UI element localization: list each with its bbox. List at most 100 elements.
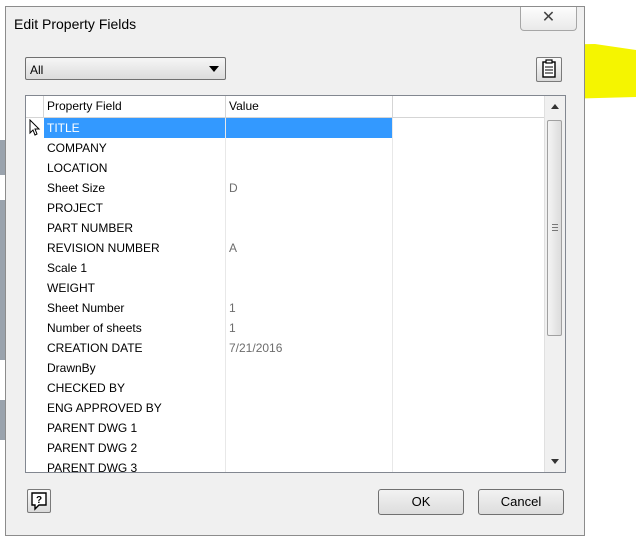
row-selector[interactable] xyxy=(26,378,44,398)
property-field-cell: REVISION NUMBER xyxy=(44,238,226,258)
empty-cell xyxy=(393,418,544,438)
table-row[interactable]: LOCATION xyxy=(26,158,544,178)
property-field-cell: PARENT DWG 1 xyxy=(44,418,226,438)
grip-line xyxy=(552,224,558,225)
property-grid[interactable]: Property Field Value TITLE COMPANY LOCATIO… xyxy=(25,95,566,473)
table-row[interactable]: Sheet Number 1 xyxy=(26,298,544,318)
cancel-button[interactable]: Cancel xyxy=(478,489,564,515)
scrollbar-thumb[interactable] xyxy=(547,120,562,336)
column-header-empty xyxy=(393,96,544,117)
grip-line xyxy=(552,227,558,228)
empty-cell xyxy=(393,358,544,378)
value-cell[interactable] xyxy=(226,398,393,418)
row-selector[interactable] xyxy=(26,218,44,238)
table-row[interactable]: CHECKED BY xyxy=(26,378,544,398)
property-field-cell: ENG APPROVED BY xyxy=(44,398,226,418)
empty-cell xyxy=(393,398,544,418)
value-cell[interactable]: A xyxy=(226,238,393,258)
row-selector[interactable] xyxy=(26,298,44,318)
property-field-cell: PART NUMBER xyxy=(44,218,226,238)
filter-dropdown[interactable]: All xyxy=(25,57,226,80)
table-row[interactable]: Sheet Size D xyxy=(26,178,544,198)
empty-cell xyxy=(393,258,544,278)
help-icon: ? xyxy=(31,492,47,511)
property-field-cell: CHECKED BY xyxy=(44,378,226,398)
table-row[interactable]: DrawnBy xyxy=(26,358,544,378)
row-selector[interactable] xyxy=(26,238,44,258)
row-selector[interactable] xyxy=(26,258,44,278)
dialog-title: Edit Property Fields xyxy=(14,16,137,32)
value-cell[interactable] xyxy=(226,418,393,438)
value-cell[interactable] xyxy=(226,378,393,398)
row-selector[interactable] xyxy=(26,138,44,158)
column-header-property-field[interactable]: Property Field xyxy=(44,96,226,117)
table-row[interactable]: PARENT DWG 1 xyxy=(26,418,544,438)
ok-button[interactable]: OK xyxy=(378,489,464,515)
mouse-cursor-icon xyxy=(29,119,41,136)
grid-header: Property Field Value xyxy=(26,96,544,118)
edit-property-fields-dialog: Edit Property Fields ✕ All Property Fiel… xyxy=(5,6,585,536)
value-cell[interactable] xyxy=(226,138,393,158)
filter-selected-value: All xyxy=(30,63,44,77)
property-field-cell: TITLE xyxy=(44,118,226,138)
row-selector[interactable] xyxy=(26,438,44,458)
row-selector[interactable] xyxy=(26,418,44,438)
value-cell[interactable] xyxy=(226,218,393,238)
row-selector[interactable] xyxy=(26,178,44,198)
table-row[interactable]: ENG APPROVED BY xyxy=(26,398,544,418)
clipboard-button[interactable] xyxy=(536,57,562,82)
row-selector[interactable] xyxy=(26,358,44,378)
value-cell[interactable] xyxy=(226,158,393,178)
table-row[interactable]: COMPANY xyxy=(26,138,544,158)
row-selector[interactable] xyxy=(26,398,44,418)
table-row[interactable]: Number of sheets 1 xyxy=(26,318,544,338)
empty-cell xyxy=(393,138,544,158)
value-cell[interactable] xyxy=(226,438,393,458)
table-row[interactable]: TITLE xyxy=(26,118,544,138)
empty-cell xyxy=(393,198,544,218)
empty-cell xyxy=(393,298,544,318)
row-selector[interactable] xyxy=(26,458,44,472)
property-field-cell: COMPANY xyxy=(44,138,226,158)
value-cell[interactable]: D xyxy=(226,178,393,198)
grip-line xyxy=(552,230,558,231)
table-row[interactable]: PARENT DWG 3 xyxy=(26,458,544,472)
row-selector[interactable] xyxy=(26,198,44,218)
empty-cell xyxy=(393,178,544,198)
value-cell[interactable] xyxy=(226,198,393,218)
empty-cell xyxy=(393,278,544,298)
scroll-down-arrow-icon[interactable] xyxy=(545,453,565,470)
vertical-scrollbar[interactable] xyxy=(544,96,565,472)
row-selector[interactable] xyxy=(26,278,44,298)
row-selector[interactable] xyxy=(26,338,44,358)
table-row[interactable]: Scale 1 xyxy=(26,258,544,278)
value-cell[interactable]: 1 xyxy=(226,298,393,318)
property-field-cell: Sheet Number xyxy=(44,298,226,318)
value-cell[interactable] xyxy=(226,278,393,298)
empty-cell xyxy=(393,118,544,138)
value-cell[interactable]: 7/21/2016 xyxy=(226,338,393,358)
table-row[interactable]: REVISION NUMBER A xyxy=(26,238,544,258)
property-field-cell: PROJECT xyxy=(44,198,226,218)
value-cell[interactable] xyxy=(226,258,393,278)
table-row[interactable]: PART NUMBER xyxy=(26,218,544,238)
empty-cell xyxy=(393,378,544,398)
column-header-value[interactable]: Value xyxy=(226,96,393,117)
table-row[interactable]: CREATION DATE 7/21/2016 xyxy=(26,338,544,358)
value-cell[interactable] xyxy=(226,358,393,378)
row-selector[interactable] xyxy=(26,318,44,338)
close-button[interactable]: ✕ xyxy=(520,7,577,31)
table-row[interactable]: WEIGHT xyxy=(26,278,544,298)
table-row[interactable]: PROJECT xyxy=(26,198,544,218)
value-cell[interactable]: 1 xyxy=(226,318,393,338)
help-button[interactable]: ? xyxy=(27,489,51,513)
chevron-down-icon xyxy=(209,66,219,72)
property-field-cell: WEIGHT xyxy=(44,278,226,298)
table-row[interactable]: PARENT DWG 2 xyxy=(26,438,544,458)
value-cell[interactable] xyxy=(226,458,393,472)
row-selector[interactable] xyxy=(26,158,44,178)
value-cell[interactable] xyxy=(226,118,393,138)
empty-cell xyxy=(393,338,544,358)
empty-cell xyxy=(393,458,544,472)
scroll-up-arrow-icon[interactable] xyxy=(545,98,565,115)
